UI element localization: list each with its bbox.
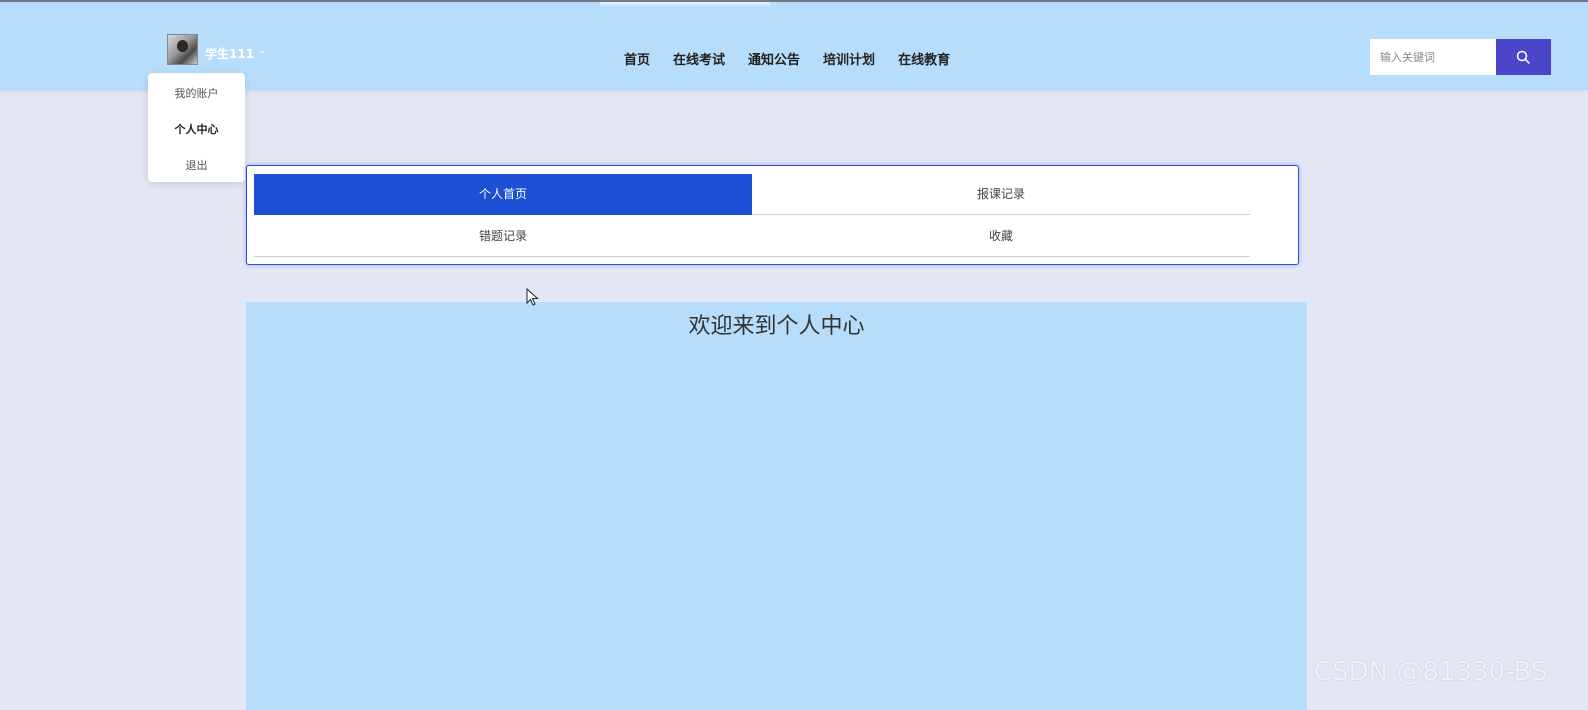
menu-item-logout[interactable]: 退出 [148, 157, 245, 173]
nav-item-online-education[interactable]: 在线教育 [898, 49, 950, 68]
search-button[interactable] [1496, 39, 1551, 75]
tab-wrong-answers[interactable]: 错题记录 [254, 216, 752, 257]
avatar[interactable] [167, 34, 198, 65]
username-label[interactable]: 学生111 [205, 45, 254, 62]
mouse-cursor-icon [526, 288, 539, 306]
user-dropdown-menu: 我的账户 个人中心 退出 [148, 73, 245, 182]
nav-item-home[interactable]: 首页 [624, 49, 650, 68]
main-content-panel: 欢迎来到个人中心 [246, 302, 1307, 710]
main-nav: 首页 在线考试 通知公告 培训计划 在线教育 [624, 49, 973, 68]
search-icon [1516, 50, 1530, 64]
nav-item-training-plan[interactable]: 培训计划 [823, 49, 875, 68]
tab-favorites[interactable]: 收藏 [752, 216, 1250, 257]
chevron-down-icon[interactable]: ⌄ [258, 45, 266, 56]
search-input[interactable] [1370, 39, 1497, 75]
header-logo-fragment [600, 2, 770, 7]
nav-item-notices[interactable]: 通知公告 [748, 49, 800, 68]
menu-item-personal-center[interactable]: 个人中心 [148, 121, 245, 137]
menu-item-my-account[interactable]: 我的账户 [148, 85, 245, 101]
tab-enrollment-records[interactable]: 报课记录 [752, 174, 1250, 215]
personal-tabs-card: 个人首页 报课记录 错题记录 收藏 [246, 165, 1299, 265]
watermark: CSDN @81330-BS [1314, 657, 1548, 687]
welcome-heading: 欢迎来到个人中心 [688, 314, 865, 339]
tab-personal-home[interactable]: 个人首页 [254, 174, 752, 215]
nav-item-online-exam[interactable]: 在线考试 [673, 49, 725, 68]
